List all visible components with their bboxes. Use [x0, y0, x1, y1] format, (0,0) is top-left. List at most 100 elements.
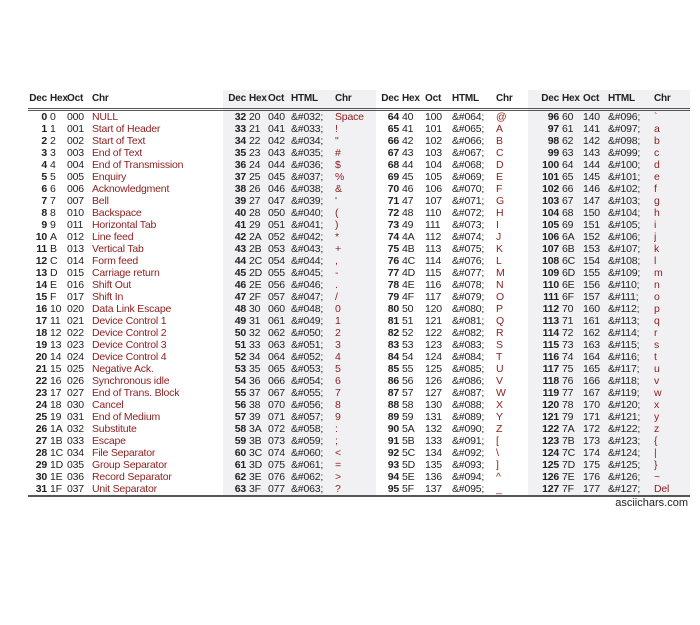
oct-cell: 007 [67, 195, 84, 207]
char-cell: ' [335, 195, 376, 207]
dec-cell: 116 [528, 351, 562, 363]
oct-cell: 071 [265, 411, 291, 423]
oct-cell: 044 [265, 159, 291, 171]
dec-cell: 110 [528, 279, 562, 291]
column-header-chr: Chr [654, 90, 690, 111]
hex-cell: 48 [402, 207, 414, 219]
char-cell: & [335, 183, 376, 195]
table-row: 13 D 015 Carriage return 45 2D 055 &#045; -77 4D 1… [28, 267, 690, 279]
hex-cell: 4F [402, 291, 414, 303]
dec-cell: 26 [35, 423, 47, 435]
column-header-html: HTML [291, 90, 335, 111]
char-cell: B [496, 135, 503, 147]
dec-cell: 69 [387, 171, 399, 183]
char-cell: M [496, 267, 505, 279]
hex-cell: 6B [562, 243, 580, 255]
column-header-oct: Oct [580, 90, 608, 111]
column-header-hex: Hex [562, 90, 580, 111]
char-cell: = [335, 459, 376, 471]
hex-cell: 12 [50, 327, 62, 339]
html-entity-cell: &#106; [608, 231, 654, 243]
char-cell: # [335, 147, 376, 159]
oct-cell: 107 [425, 195, 442, 207]
char-cell: i [654, 219, 690, 231]
hex-cell: 9 [50, 219, 56, 231]
dec-cell: 9 [41, 219, 47, 231]
column-header-oct: Oct [422, 90, 452, 111]
dec-cell: 100 [528, 159, 562, 171]
html-entity-cell: &#068; [452, 159, 485, 171]
hex-cell: 2E [249, 279, 265, 291]
oct-cell: 010 [67, 207, 84, 219]
hex-cell: 71 [562, 315, 580, 327]
dec-cell: 57 [223, 411, 249, 423]
oct-cell: 051 [265, 219, 291, 231]
hex-cell: 79 [562, 411, 580, 423]
table-row: 16 10 020 Data Link Escape 48 30 060 &#048; 0 80 5… [28, 303, 690, 315]
oct-cell: 116 [425, 279, 442, 291]
html-entity-cell: &#126; [608, 471, 654, 483]
hex-cell: 5F [402, 483, 422, 497]
hex-cell: 75 [562, 363, 580, 375]
dec-cell: 121 [528, 411, 562, 423]
oct-cell: 102 [425, 135, 442, 147]
html-entity-cell: &#084; [452, 351, 485, 363]
hex-cell: 67 [562, 195, 580, 207]
hex-cell: 68 [562, 207, 580, 219]
table-row: 6 6 006 Acknowledgment 38 26 046 &#038; & 70 46 106… [28, 183, 690, 195]
oct-cell: 145 [580, 171, 608, 183]
oct-cell: 177 [580, 483, 608, 497]
html-entity-cell: &#045; [291, 267, 335, 279]
table-row: 18 12 022 Device Control 2 50 32 062 &#050; 2 82 5… [28, 327, 690, 339]
oct-cell: 103 [425, 147, 442, 159]
html-entity-cell: &#079; [452, 291, 485, 303]
dec-cell: 83 [387, 339, 399, 351]
hex-cell: 4E [402, 279, 415, 291]
char-name-cell: End of Trans. Block [92, 387, 180, 399]
dec-cell: 81 [387, 315, 399, 327]
html-entity-cell: &#087; [452, 387, 485, 399]
char-cell: ] [496, 459, 499, 471]
char-cell: % [335, 171, 376, 183]
column-header-hex: Hex [249, 90, 267, 111]
ascii-table: Dec Hex Oct Chr Dec Hex Oct HTML Chr Dec Hex Oct HTM… [28, 90, 690, 497]
hex-cell: 37 [249, 387, 265, 399]
hex-cell: 1A [50, 423, 63, 435]
dec-cell: 23 [35, 387, 47, 399]
hex-cell: 3 [50, 147, 56, 159]
hex-cell: 74 [562, 351, 580, 363]
hex-cell: 3A [249, 423, 265, 435]
oct-cell: 173 [580, 435, 608, 447]
char-name-cell: Backspace [92, 207, 142, 219]
html-entity-cell: &#127; [608, 483, 654, 497]
html-entity-cell: &#086; [452, 375, 485, 387]
char-cell: 5 [335, 363, 376, 375]
html-entity-cell: &#115; [608, 339, 654, 351]
html-entity-cell: &#124; [608, 447, 654, 459]
html-entity-cell: &#113; [608, 315, 654, 327]
table-row: 17 11 021 Device Control 1 49 31 061 &#049; 1 81 5… [28, 315, 690, 327]
table-row: 11 B 013 Vertical Tab 43 2B 053 &#043; +75 4B 113 &… [28, 243, 690, 255]
oct-cell: 033 [67, 435, 84, 447]
char-cell: W [496, 387, 506, 399]
oct-cell: 164 [580, 351, 608, 363]
hex-cell: 62 [562, 135, 580, 147]
html-entity-cell: &#119; [608, 387, 654, 399]
char-cell: - [335, 267, 376, 279]
char-cell: @ [496, 111, 507, 123]
oct-cell: 005 [67, 171, 84, 183]
char-name-cell: Substitute [92, 423, 137, 435]
oct-cell: 140 [580, 109, 608, 123]
hex-cell: 27 [249, 195, 265, 207]
char-cell: 3 [335, 339, 376, 351]
hex-cell: 33 [249, 339, 265, 351]
char-name-cell: Shift Out [92, 279, 132, 291]
oct-cell: 161 [580, 315, 608, 327]
oct-cell: 157 [580, 291, 608, 303]
oct-cell: 170 [580, 399, 608, 411]
oct-cell: 021 [67, 315, 84, 327]
char-cell: [ [496, 435, 499, 447]
oct-cell: 070 [265, 399, 291, 411]
dec-cell: 72 [387, 207, 399, 219]
oct-cell: 101 [425, 123, 442, 135]
